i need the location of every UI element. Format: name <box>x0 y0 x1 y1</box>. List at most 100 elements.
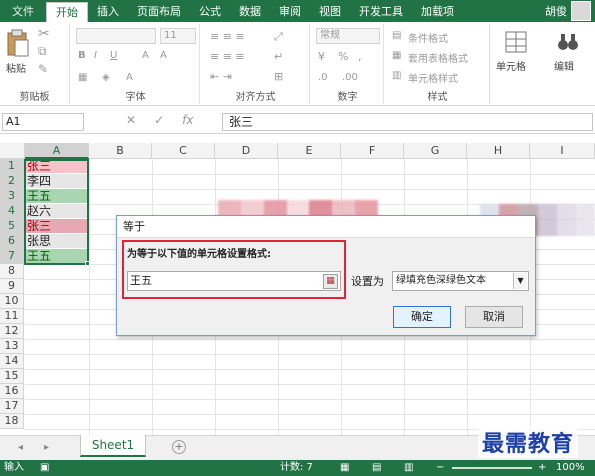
cells-group-label[interactable]: 单元格 <box>496 58 526 73</box>
prev-sheet-icon[interactable]: ◂ <box>18 442 23 453</box>
column-header-c[interactable]: C <box>152 143 215 159</box>
select-all-corner[interactable] <box>0 143 25 159</box>
fill-color-icon[interactable]: ◈ <box>102 72 110 83</box>
row-header-7[interactable]: 7 <box>0 249 24 264</box>
row-header-17[interactable]: 17 <box>0 399 24 414</box>
tab-home[interactable]: 开始 <box>46 2 88 22</box>
currency-icon[interactable]: ¥ <box>318 50 325 63</box>
cell-a3[interactable]: 王五 <box>25 189 88 204</box>
column-header-b[interactable]: B <box>89 143 152 159</box>
shrink-font-icon[interactable]: A <box>160 50 167 61</box>
column-header-d[interactable]: D <box>215 143 278 159</box>
column-header-f[interactable]: F <box>341 143 404 159</box>
font-name-box[interactable] <box>76 28 156 44</box>
tab-insert[interactable]: 插入 <box>88 2 128 22</box>
column-header-a[interactable]: A <box>25 143 89 159</box>
row-header-5[interactable]: 5 <box>0 219 24 234</box>
bold-icon[interactable]: B <box>78 50 86 61</box>
format-painter-icon[interactable]: ✎ <box>38 62 48 76</box>
next-sheet-icon[interactable]: ▸ <box>44 442 49 453</box>
align-top-icon[interactable]: ≡ ≡ ≡ <box>210 30 245 43</box>
italic-icon[interactable]: I <box>94 50 97 61</box>
column-header-e[interactable]: E <box>278 143 341 159</box>
font-color-icon[interactable]: A <box>126 72 133 83</box>
column-header-g[interactable]: G <box>404 143 467 159</box>
row-header-10[interactable]: 10 <box>0 294 24 309</box>
cell-a6[interactable]: 张思 <box>25 234 88 249</box>
tab-view[interactable]: 视图 <box>310 2 350 22</box>
cells-icon[interactable] <box>504 30 528 54</box>
cell-a1[interactable]: 张三 <box>25 159 88 174</box>
normal-view-icon[interactable]: ▦ <box>340 460 349 476</box>
increase-decimal-icon[interactable]: .0 <box>318 72 328 83</box>
row-header-15[interactable]: 15 <box>0 369 24 384</box>
fill-handle[interactable] <box>85 261 90 266</box>
row-header-13[interactable]: 13 <box>0 339 24 354</box>
paste-icon[interactable] <box>6 28 30 58</box>
name-box[interactable]: A1 <box>2 113 84 131</box>
paste-button-label[interactable]: 粘贴 <box>6 60 26 75</box>
conditional-format-button[interactable]: 条件格式 <box>408 30 448 45</box>
fx-icon[interactable]: fx <box>182 113 193 131</box>
user-account[interactable]: 胡俊 <box>545 0 595 22</box>
orientation-icon[interactable]: ⤢ <box>274 30 283 44</box>
decrease-decimal-icon[interactable]: .00 <box>342 72 358 83</box>
column-header-h[interactable]: H <box>467 143 530 159</box>
zoom-in-icon[interactable]: + <box>538 460 546 476</box>
tab-file[interactable]: 文件 <box>0 2 46 22</box>
align-left-icon[interactable]: ≡ ≡ ≡ <box>210 50 245 63</box>
row-header-8[interactable]: 8 <box>0 264 24 279</box>
macro-record-icon[interactable]: ▣ <box>40 460 49 476</box>
tab-data[interactable]: 数据 <box>230 2 270 22</box>
percent-icon[interactable]: % <box>338 50 348 63</box>
row-header-14[interactable]: 14 <box>0 354 24 369</box>
font-size-box[interactable]: 11 <box>160 28 196 44</box>
edit-group-label[interactable]: 编辑 <box>554 58 574 73</box>
enter-icon[interactable]: ✓ <box>154 113 164 131</box>
range-picker-icon[interactable]: ▦ <box>323 274 338 289</box>
format-select[interactable]: 绿填充色深绿色文本 ▼ <box>392 271 529 291</box>
cancel-button[interactable]: 取消 <box>465 306 523 328</box>
cell-a7[interactable]: 王五 <box>25 249 88 264</box>
page-layout-view-icon[interactable]: ▤ <box>372 460 381 476</box>
tab-formulas[interactable]: 公式 <box>190 2 230 22</box>
chevron-down-icon[interactable]: ▼ <box>513 273 527 289</box>
row-header-18[interactable]: 18 <box>0 414 24 429</box>
tab-addins[interactable]: 加载项 <box>412 2 463 22</box>
tab-developer[interactable]: 开发工具 <box>350 2 412 22</box>
value-input[interactable]: 王五 ▦ <box>127 271 341 291</box>
zoom-slider[interactable] <box>452 467 532 469</box>
row-header-12[interactable]: 12 <box>0 324 24 339</box>
row-header-6[interactable]: 6 <box>0 234 24 249</box>
format-as-table-icon[interactable]: ▦ <box>392 50 401 61</box>
row-header-9[interactable]: 9 <box>0 279 24 294</box>
format-as-table-button[interactable]: 套用表格格式 <box>408 50 468 65</box>
row-header-2[interactable]: 2 <box>0 174 24 189</box>
cell-a2[interactable]: 李四 <box>25 174 88 189</box>
cut-icon[interactable]: ✂ <box>38 26 50 42</box>
binoculars-icon[interactable] <box>556 30 580 54</box>
sheet-tab-sheet1[interactable]: Sheet1 <box>80 435 146 457</box>
merge-icon[interactable]: ⊞ <box>274 70 283 83</box>
comma-icon[interactable]: , <box>358 50 362 63</box>
tab-review[interactable]: 审阅 <box>270 2 310 22</box>
row-header-16[interactable]: 16 <box>0 384 24 399</box>
ok-button[interactable]: 确定 <box>393 306 451 328</box>
conditional-format-icon[interactable]: ▤ <box>392 30 401 41</box>
tab-page-layout[interactable]: 页面布局 <box>128 2 190 22</box>
row-header-4[interactable]: 4 <box>0 204 24 219</box>
cell-styles-icon[interactable]: ▥ <box>392 70 401 81</box>
cancel-icon[interactable]: ✕ <box>126 113 136 131</box>
copy-icon[interactable]: ⧉ <box>38 44 47 59</box>
page-break-view-icon[interactable]: ▥ <box>404 460 413 476</box>
underline-icon[interactable]: U <box>110 50 117 61</box>
formula-input[interactable]: 张三 <box>222 113 593 131</box>
cell-a4[interactable]: 赵六 <box>25 204 88 219</box>
number-format-box[interactable]: 常规 <box>316 28 380 44</box>
zoom-level[interactable]: 100% <box>556 460 585 476</box>
grow-font-icon[interactable]: A <box>142 50 149 61</box>
cell-a5[interactable]: 张三 <box>25 219 88 234</box>
add-sheet-icon[interactable]: + <box>172 440 186 454</box>
borders-icon[interactable]: ▦ <box>78 72 87 83</box>
row-header-3[interactable]: 3 <box>0 189 24 204</box>
